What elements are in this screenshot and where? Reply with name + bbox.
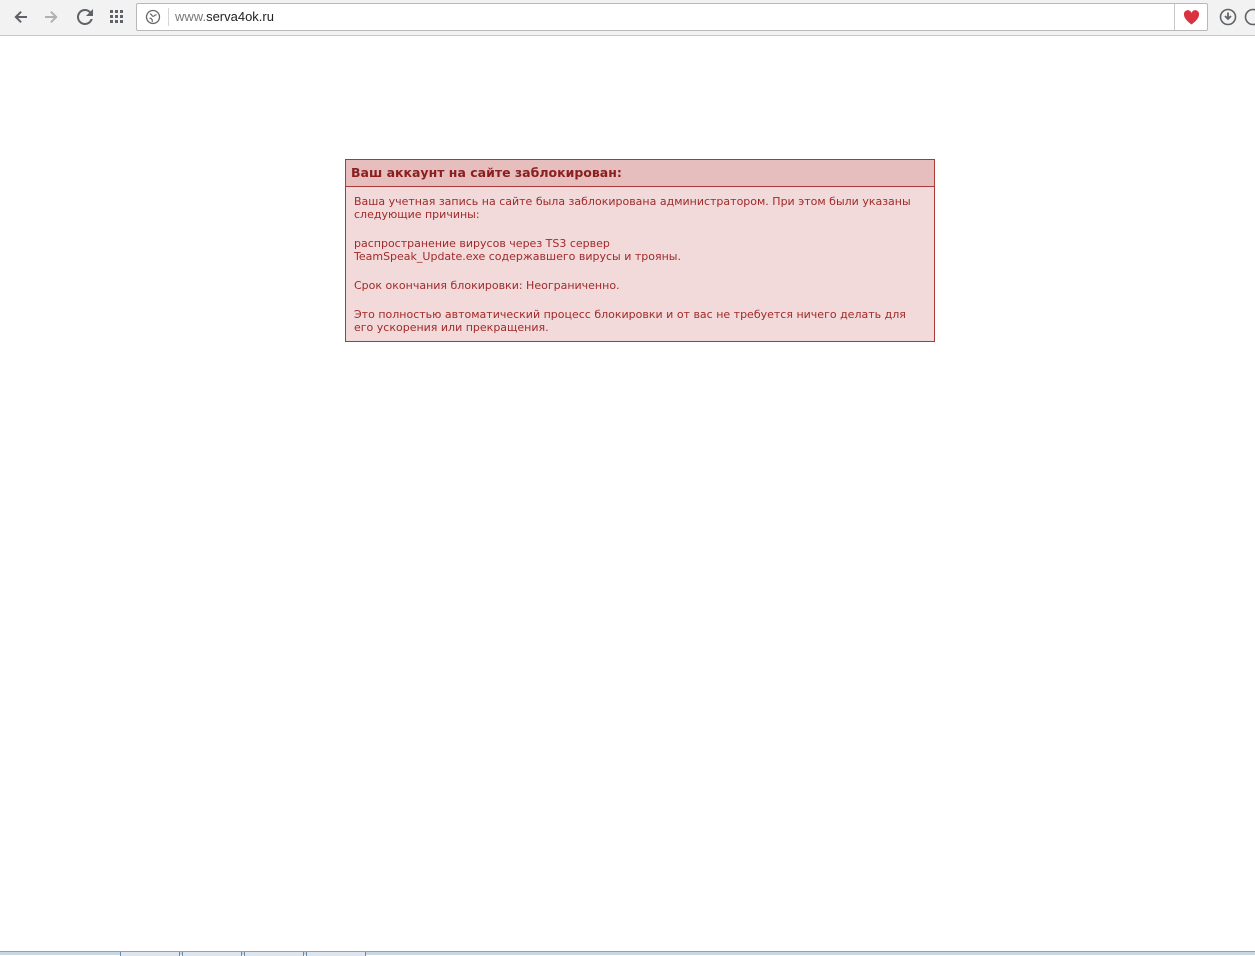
- menu-button[interactable]: [1244, 6, 1255, 28]
- notice-title: Ваш аккаунт на сайте заблокирован:: [346, 160, 934, 187]
- notice-body: Ваша учетная запись на сайте была заблок…: [346, 187, 934, 334]
- reload-button[interactable]: [74, 6, 96, 28]
- notice-expiry: Срок окончания блокировки: Неограниченно…: [354, 279, 926, 292]
- browser-toolbar: www.serva4ok.ru: [0, 0, 1255, 36]
- taskbar-item[interactable]: [244, 952, 304, 956]
- notice-intro: Ваша учетная запись на сайте была заблок…: [354, 195, 926, 221]
- notice-footer: Это полностью автоматический процесс бло…: [354, 308, 926, 334]
- account-blocked-notice: Ваш аккаунт на сайте заблокирован: Ваша …: [345, 159, 935, 342]
- download-icon: [1219, 8, 1237, 26]
- menu-icon: [1244, 8, 1255, 26]
- address-separator: [168, 8, 169, 26]
- back-arrow-icon: [13, 9, 29, 25]
- apps-button[interactable]: [106, 6, 128, 28]
- url-host: serva4ok.ru: [206, 9, 274, 24]
- url-text[interactable]: www.serva4ok.ru: [175, 4, 274, 30]
- forward-arrow-icon: [43, 9, 59, 25]
- heart-icon: [1183, 10, 1200, 25]
- reason-line-1: распространение вирусов через TS3 сервер: [354, 237, 610, 250]
- taskbar-item[interactable]: [120, 952, 180, 956]
- notice-reason: распространение вирусов через TS3 сервер…: [354, 237, 926, 263]
- taskbar-edge: [0, 951, 1255, 955]
- forward-button[interactable]: [40, 6, 62, 28]
- url-prefix: www.: [175, 9, 206, 24]
- taskbar-item[interactable]: [182, 952, 242, 956]
- back-button[interactable]: [10, 6, 32, 28]
- address-bar[interactable]: www.serva4ok.ru: [136, 3, 1208, 31]
- reload-icon: [77, 9, 93, 25]
- download-button[interactable]: [1217, 6, 1239, 28]
- taskbar-item[interactable]: [306, 952, 366, 956]
- grid-icon: [110, 10, 124, 24]
- globe-icon[interactable]: [145, 9, 161, 25]
- bookmark-button[interactable]: [1174, 4, 1207, 30]
- reason-line-2: TeamSpeak_Update.exe содержавшего вирусы…: [354, 250, 681, 263]
